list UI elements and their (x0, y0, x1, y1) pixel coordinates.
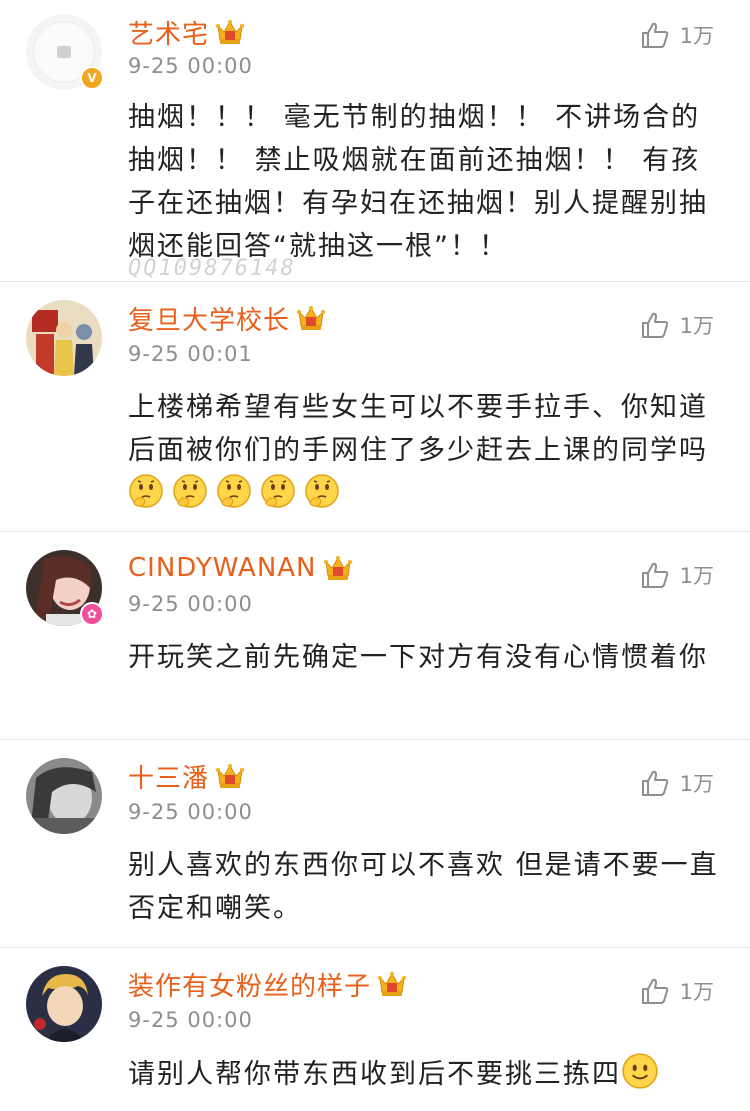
comment-text: 别人喜欢的东西你可以不喜欢 但是请不要一直否定和嘲笑。 (128, 850, 719, 924)
like-count: 1万 (679, 314, 714, 338)
thumbs-up-icon (640, 976, 670, 1006)
username[interactable]: 装作有女粉丝的样子 (128, 966, 371, 1003)
comment-text-body: 请别人帮你带东西收到后不要挑三拣四 (128, 1059, 621, 1090)
timestamp: 9-25 00:00 (128, 54, 253, 78)
avatar[interactable] (26, 300, 102, 376)
vip-crown-icon (215, 18, 245, 46)
like-count: 1万 (679, 772, 714, 796)
thumbs-up-icon (640, 560, 670, 590)
emoji-row (128, 478, 348, 509)
like-button[interactable]: 1万 (640, 976, 714, 1006)
verified-badge-icon: V (80, 66, 104, 90)
thumbs-up-icon (640, 310, 670, 340)
like-button[interactable]: 1万 (640, 20, 714, 50)
comment-item: 十三潘 9-25 00:00 1万 别人喜欢的东西你可以不喜欢 但是请不要一直否… (0, 740, 750, 948)
thumbs-up-icon (640, 768, 670, 798)
timestamp: 9-25 00:00 (128, 800, 253, 824)
username[interactable]: 十三潘 (128, 758, 209, 795)
username[interactable]: 艺术宅 (128, 14, 209, 51)
like-count: 1万 (679, 24, 714, 48)
thinking-emoji-icon (172, 473, 208, 509)
avatar[interactable]: ✿ (26, 550, 104, 626)
thinking-emoji-icon (260, 473, 296, 509)
like-count: 1万 (679, 564, 714, 588)
comment-item: 复旦大学校长 9-25 00:01 1万 上楼梯希望有些女生可以不要手拉手、你知… (0, 282, 750, 532)
vip-crown-icon (215, 762, 245, 790)
username[interactable]: CINDYWANAN (128, 553, 317, 583)
thinking-emoji-icon (304, 473, 340, 509)
vip-crown-icon (296, 304, 326, 332)
comment-text-body: 上楼梯希望有些女生可以不要手拉手、你知道后面被你们的手网住了多少赶去上课的同学吗 (128, 392, 708, 466)
thumbs-up-icon (640, 20, 670, 50)
like-count: 1万 (679, 980, 714, 1004)
comment-item: 装作有女粉丝的样子 9-25 00:00 1万 请别人帮你带东西收到后不要挑三拣… (0, 948, 750, 1111)
comment-text: 请别人帮你带东西收到后不要挑三拣四 (128, 1052, 720, 1096)
thinking-emoji-icon (216, 473, 252, 509)
username[interactable]: 复旦大学校长 (128, 300, 290, 337)
like-button[interactable]: 1万 (640, 310, 714, 340)
vip-crown-icon (377, 970, 407, 998)
vip-crown-icon (323, 554, 353, 582)
like-button[interactable]: 1万 (640, 560, 714, 590)
avatar[interactable] (26, 966, 102, 1042)
comment-item: V 艺术宅 9-25 00:00 1万 抽烟！！！ 毫无节制的抽烟！！ 不讲场合… (0, 0, 750, 282)
avatar[interactable]: V (26, 14, 104, 90)
timestamp: 9-25 00:00 (128, 592, 253, 616)
timestamp: 9-25 00:01 (128, 342, 253, 366)
comment-item: ✿ CINDYWANAN 9-25 00:00 1万 开玩笑之前先确定一下对方有… (0, 532, 750, 740)
thinking-emoji-icon (128, 473, 164, 509)
timestamp: 9-25 00:00 (128, 1008, 253, 1032)
comment-text: 开玩笑之前先确定一下对方有没有心情惯着你 (128, 642, 708, 673)
comment-text: 抽烟！！！ 毫无节制的抽烟！！ 不讲场合的抽烟！！ 禁止吸烟就在面前还抽烟！！ … (128, 102, 708, 262)
like-button[interactable]: 1万 (640, 768, 714, 798)
watermark: QQ109876148 (128, 256, 296, 281)
comment-text: 上楼梯希望有些女生可以不要手拉手、你知道后面被你们的手网住了多少赶去上课的同学吗 (128, 386, 720, 515)
verified-badge-icon: ✿ (80, 602, 104, 626)
smile-emoji-icon (621, 1052, 659, 1090)
avatar[interactable] (26, 758, 102, 834)
